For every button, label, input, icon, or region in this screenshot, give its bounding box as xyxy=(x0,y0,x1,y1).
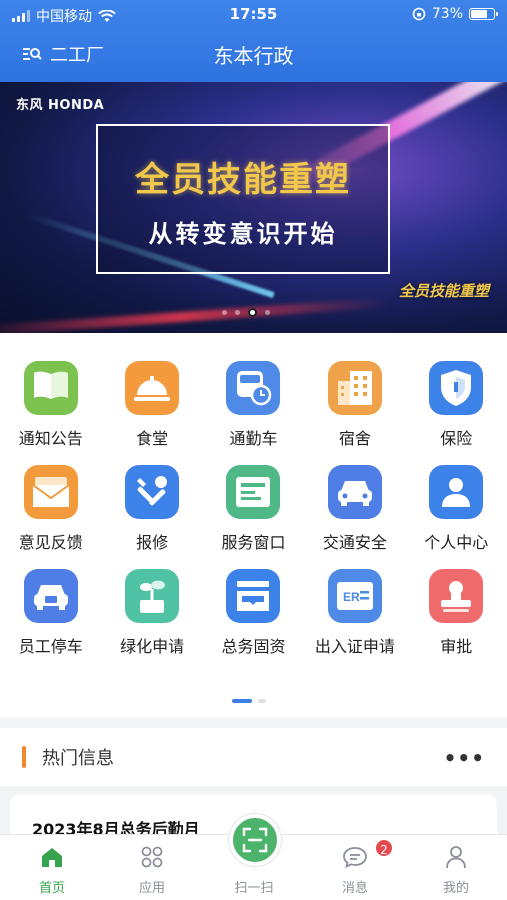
service-item[interactable]: 绿化申请 xyxy=(101,569,202,657)
tab-label: 扫一扫 xyxy=(234,881,274,896)
book-icon xyxy=(23,361,78,415)
service-item-label: 交通安全 xyxy=(322,533,387,552)
service-item[interactable]: 员工停车 xyxy=(0,569,101,657)
orientation-lock-icon xyxy=(412,7,426,21)
service-item-label: 个人中心 xyxy=(424,533,489,552)
carousel-dot[interactable] xyxy=(265,310,270,315)
shield-icon xyxy=(429,361,484,415)
id-card-icon: ER xyxy=(327,569,382,623)
battery-percent: 73% xyxy=(431,6,463,22)
service-item-label: 服务窗口 xyxy=(221,533,286,552)
battery-fill xyxy=(471,10,488,18)
service-item-label: 总务固资 xyxy=(221,637,286,656)
svg-text:ER: ER xyxy=(343,590,360,604)
dining-bell-icon xyxy=(125,361,180,415)
service-item[interactable]: 保险 xyxy=(406,361,507,449)
service-item-label: 保险 xyxy=(440,429,473,448)
service-window-icon xyxy=(226,465,281,519)
service-item[interactable]: 通勤车 xyxy=(203,361,304,449)
tools-icon xyxy=(125,465,180,519)
page-dot[interactable] xyxy=(232,699,252,703)
service-item-label: 意见反馈 xyxy=(18,533,83,552)
scan-icon xyxy=(242,827,268,853)
message-icon xyxy=(343,847,367,869)
service-item-label: 报修 xyxy=(136,533,169,552)
hot-info-title: 热门信息 xyxy=(42,748,114,769)
service-item[interactable]: 意见反馈 xyxy=(0,465,101,553)
carousel-dot[interactable] xyxy=(235,310,240,315)
service-item[interactable]: 报修 xyxy=(101,465,202,553)
service-item-label: 出入证申请 xyxy=(314,637,395,656)
tab-label: 首页 xyxy=(38,881,65,896)
service-item[interactable]: 审批 xyxy=(406,569,507,657)
service-item[interactable]: 服务窗口 xyxy=(203,465,304,553)
service-item[interactable]: 宿舍 xyxy=(304,361,405,449)
tab-label: 消息 xyxy=(341,881,368,896)
parking-car-icon xyxy=(23,569,78,623)
tab-label: 应用 xyxy=(138,881,165,896)
person-icon xyxy=(429,465,484,519)
hot-info-header: 热门信息 ••• xyxy=(0,728,507,786)
brand-logo: 东风 HONDA xyxy=(16,98,105,113)
more-button[interactable]: ••• xyxy=(444,746,485,770)
building-icon xyxy=(327,361,382,415)
tab-label: 我的 xyxy=(442,881,469,896)
service-grid: 通知公告 食堂 通勤车 宿舍 保险意见反馈 报修 服务窗口 交通安全 个人中心员工停车 绿化申请 总… xyxy=(0,361,507,657)
service-item[interactable]: 交通安全 xyxy=(304,465,405,553)
stamp-icon xyxy=(429,569,484,623)
tab-profile[interactable]: 我的 xyxy=(421,843,491,896)
banner-light-streak xyxy=(0,297,390,333)
scan-button[interactable] xyxy=(229,814,281,866)
inbox-icon xyxy=(226,569,281,623)
service-item[interactable]: 食堂 xyxy=(101,361,202,449)
service-item-label: 绿化申请 xyxy=(120,637,185,656)
grid-page-indicator[interactable] xyxy=(232,699,266,703)
service-item-label: 员工停车 xyxy=(18,637,83,656)
promo-banner[interactable]: 东风 HONDA 全员技能重塑 从转变意识开始 全员技能重塑 xyxy=(0,82,507,333)
apps-icon xyxy=(141,846,163,868)
carousel-indicator[interactable] xyxy=(222,308,270,317)
service-item[interactable]: ER 出入证申请 xyxy=(304,569,405,657)
tab-apps[interactable]: 应用 xyxy=(117,843,187,896)
banner-watermark: 全员技能重塑 xyxy=(398,282,489,300)
service-item-label: 食堂 xyxy=(136,429,169,448)
status-bar: 中国移动 17:55 73% xyxy=(0,0,507,28)
message-badge: 2 xyxy=(374,838,394,858)
banner-frame: 全员技能重塑 从转变意识开始 xyxy=(96,124,390,274)
user-icon xyxy=(446,846,466,869)
page-dot[interactable] xyxy=(258,699,266,703)
service-item[interactable]: 通知公告 xyxy=(0,361,101,449)
carousel-dot[interactable] xyxy=(222,310,227,315)
banner-subheadline: 从转变意识开始 xyxy=(148,220,338,248)
bus-clock-icon xyxy=(226,361,281,415)
tab-home[interactable]: 首页 xyxy=(17,843,87,896)
status-right: 73% xyxy=(412,6,498,22)
service-item-label: 宿舍 xyxy=(338,429,371,448)
service-item-label: 通勤车 xyxy=(229,429,278,448)
envelope-icon xyxy=(23,465,78,519)
app-header: 中国移动 17:55 73% 二工厂 东本行政 xyxy=(0,0,507,82)
banner-headline: 全员技能重塑 xyxy=(135,160,351,200)
plant-icon xyxy=(125,569,180,623)
nav-bar: 二工厂 东本行政 xyxy=(0,30,507,78)
service-grid-panel: 通知公告 食堂 通勤车 宿舍 保险意见反馈 报修 服务窗口 交通安全 个人中心员工停车 绿化申请 总… xyxy=(0,333,507,718)
service-item[interactable]: 个人中心 xyxy=(406,465,507,553)
service-item-label: 通知公告 xyxy=(18,429,83,448)
section-accent-bar xyxy=(22,746,26,768)
battery-icon xyxy=(469,8,498,20)
service-item-label: 审批 xyxy=(440,637,473,656)
carousel-dot[interactable] xyxy=(248,308,257,317)
home-icon xyxy=(42,848,62,867)
service-item[interactable]: 总务固资 xyxy=(203,569,304,657)
page-title: 东本行政 xyxy=(213,44,294,68)
car-icon xyxy=(327,465,382,519)
